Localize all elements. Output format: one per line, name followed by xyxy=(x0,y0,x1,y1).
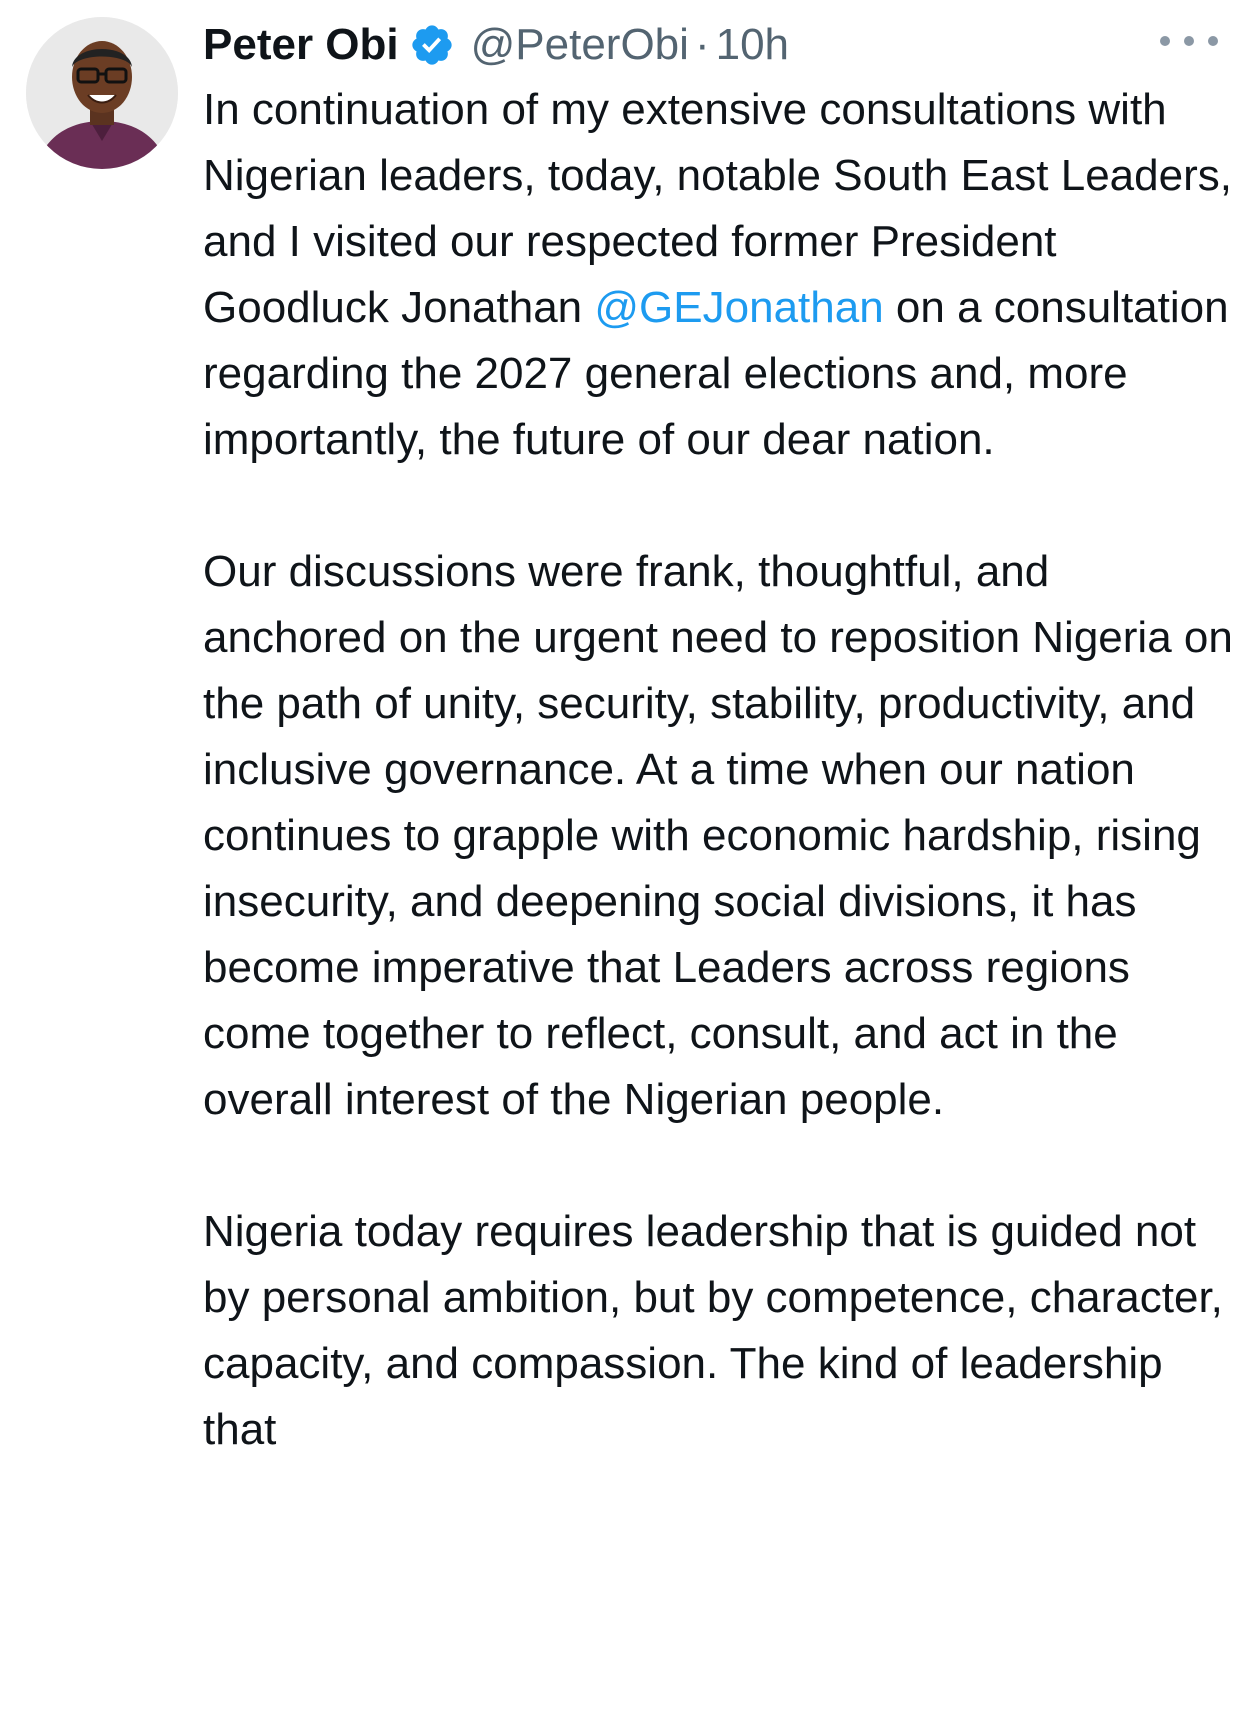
paragraph-2: Our discussions were frank, thoughtful, … xyxy=(203,547,1233,1124)
tweet-header: Peter Obi @PeterObi · 10h xyxy=(203,12,789,78)
verified-badge-icon xyxy=(409,22,455,68)
tweet[interactable]: Peter Obi @PeterObi · 10h In continuatio… xyxy=(0,0,1242,1724)
tweet-text: In continuation of my extensive consulta… xyxy=(203,77,1233,1463)
timestamp[interactable]: 10h xyxy=(716,12,789,78)
avatar[interactable] xyxy=(26,17,178,169)
separator-dot: · xyxy=(694,20,710,69)
more-dot xyxy=(1184,36,1194,46)
paragraph-3: Nigeria today requires leadership that i… xyxy=(203,1207,1223,1454)
paragraph-1: In continuation of my extensive consulta… xyxy=(203,77,1233,473)
more-dot xyxy=(1160,36,1170,46)
mention-link[interactable]: @GEJonathan xyxy=(594,283,883,332)
more-horizontal-icon[interactable] xyxy=(1160,26,1218,56)
author-handle[interactable]: @PeterObi xyxy=(471,12,689,78)
author-name[interactable]: Peter Obi xyxy=(203,12,399,78)
avatar-photo xyxy=(26,17,178,169)
more-dot xyxy=(1208,36,1218,46)
